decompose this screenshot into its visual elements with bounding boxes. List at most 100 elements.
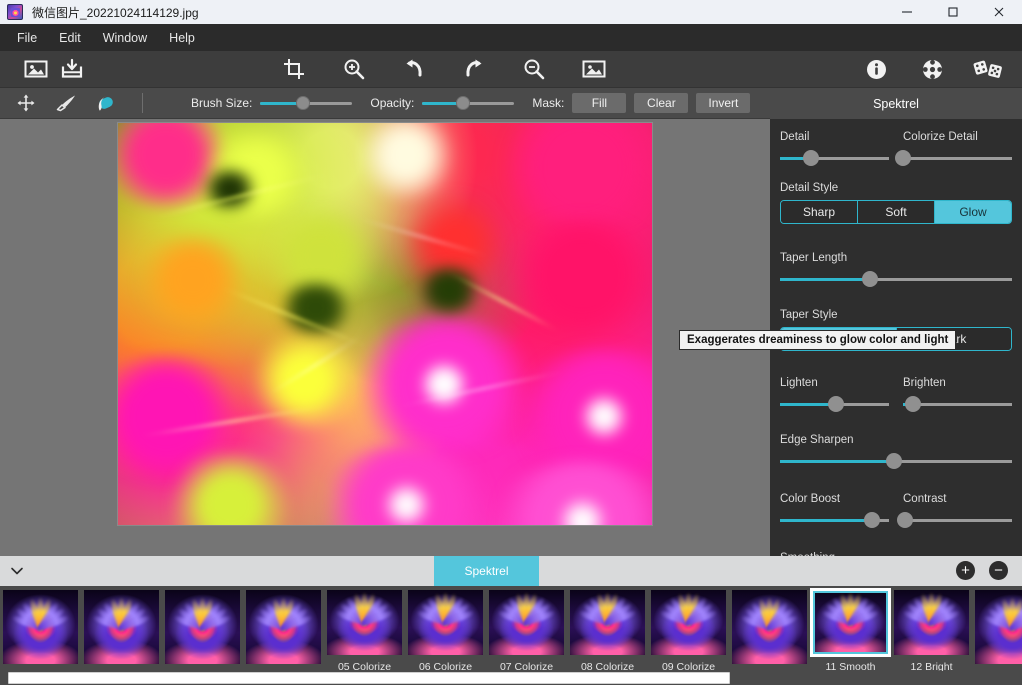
preset-thumbnail-image-wrap bbox=[244, 588, 323, 666]
crop-icon[interactable] bbox=[276, 54, 312, 84]
lighten-brighten-row: Lighten Brighten bbox=[780, 377, 1012, 428]
undo-icon[interactable] bbox=[396, 54, 432, 84]
app-window: 微信图片_20221024114129.jpg File Edit Window… bbox=[0, 0, 1022, 685]
info-icon[interactable] bbox=[858, 54, 894, 84]
lighten-knob[interactable] bbox=[828, 396, 844, 412]
tooltip: Exaggerates dreaminess to glow color and… bbox=[679, 330, 956, 350]
opacity-knob[interactable] bbox=[456, 96, 470, 110]
add-preset-icon[interactable]: + bbox=[956, 561, 975, 580]
opacity-slider[interactable] bbox=[422, 95, 514, 111]
preset-thumbnail-image-wrap bbox=[568, 588, 647, 657]
settings-icon[interactable] bbox=[914, 54, 950, 84]
preset-thumbnail-image bbox=[3, 590, 78, 664]
taper-length-label: Taper Length bbox=[780, 252, 1012, 264]
mask-clear-button[interactable]: Clear bbox=[634, 93, 688, 113]
color-boost-knob[interactable] bbox=[864, 512, 880, 528]
mask-fill-button[interactable]: Fill bbox=[572, 93, 626, 113]
detail-row: Detail Colorize Detail bbox=[780, 131, 1012, 182]
lighten-slider[interactable] bbox=[780, 396, 889, 412]
window-title: 微信图片_20221024114129.jpg bbox=[32, 4, 199, 21]
preset-thumbnail-image-wrap bbox=[730, 588, 809, 666]
lighten-control: Lighten bbox=[780, 377, 889, 428]
brush-tool-icon[interactable] bbox=[46, 90, 86, 116]
preset-thumbnail-image bbox=[975, 590, 1022, 664]
preset-thumbnail-image-wrap bbox=[973, 588, 1022, 666]
taper-length-slider[interactable] bbox=[780, 271, 1012, 287]
preset-thumbnail-image bbox=[894, 590, 969, 655]
brighten-slider[interactable] bbox=[903, 396, 1012, 412]
edge-sharpen-knob[interactable] bbox=[886, 453, 902, 469]
menu-edit[interactable]: Edit bbox=[48, 27, 92, 49]
detail-slider[interactable] bbox=[780, 150, 889, 166]
colorize-detail-knob[interactable] bbox=[895, 150, 911, 166]
minimize-button[interactable] bbox=[884, 0, 930, 24]
detail-style-glow[interactable]: Glow bbox=[935, 201, 1011, 223]
mask-invert-button[interactable]: Invert bbox=[696, 93, 750, 113]
maximize-button[interactable] bbox=[930, 0, 976, 24]
preset-thumbnail-image-wrap bbox=[1, 588, 80, 666]
save-image-icon[interactable] bbox=[54, 54, 90, 84]
brighten-control: Brighten bbox=[903, 377, 1012, 428]
mask-label: Mask: bbox=[532, 96, 564, 110]
edited-photo[interactable] bbox=[117, 122, 653, 526]
zoom-out-icon[interactable] bbox=[516, 54, 552, 84]
color-boost-control: Color Boost bbox=[780, 493, 889, 544]
eraser-tool-icon[interactable] bbox=[86, 90, 126, 116]
preset-thumbnail-image bbox=[813, 591, 888, 654]
canvas-area[interactable] bbox=[0, 119, 770, 556]
chevron-down-icon[interactable] bbox=[0, 565, 34, 577]
pan-tool-icon[interactable] bbox=[6, 90, 46, 116]
contrast-track bbox=[903, 519, 1012, 522]
opacity-label: Opacity: bbox=[370, 96, 414, 110]
close-button[interactable] bbox=[976, 0, 1022, 24]
edge-sharpen-fill bbox=[780, 460, 894, 463]
detail-style-sharp[interactable]: Sharp bbox=[781, 201, 858, 223]
contrast-label: Contrast bbox=[903, 493, 1012, 505]
preset-thumbnail-strip[interactable]: 01 Spektrel02 Spektrel03 Spektrel04 Spek… bbox=[0, 586, 1022, 685]
detail-knob[interactable] bbox=[803, 150, 819, 166]
brighten-knob[interactable] bbox=[905, 396, 921, 412]
brighten-label: Brighten bbox=[903, 377, 1012, 389]
edge-sharpen-slider[interactable] bbox=[780, 453, 1012, 469]
redo-icon[interactable] bbox=[456, 54, 492, 84]
thumbnail-scrollbar[interactable] bbox=[0, 671, 1022, 685]
body-area: Spektrel Detail Colorize Detail bbox=[0, 119, 1022, 556]
taper-length-knob[interactable] bbox=[862, 271, 878, 287]
preset-thumbnail-image bbox=[165, 590, 240, 664]
photo-strand-layer bbox=[118, 123, 652, 525]
preset-thumbnail-image bbox=[732, 590, 807, 664]
thumbnail-scrollbar-thumb[interactable] bbox=[8, 672, 730, 684]
detail-style-label: Detail Style bbox=[780, 182, 1012, 194]
dice-icon[interactable] bbox=[970, 54, 1006, 84]
colorize-detail-slider[interactable] bbox=[903, 150, 1012, 166]
contrast-knob[interactable] bbox=[897, 512, 913, 528]
effect-panel-title: Spektrel bbox=[770, 88, 1022, 119]
remove-preset-icon[interactable]: − bbox=[989, 561, 1008, 580]
preset-thumbnail-image bbox=[327, 590, 402, 655]
menu-file[interactable]: File bbox=[6, 27, 48, 49]
taper-length-control: Taper Length bbox=[780, 252, 1012, 287]
preset-thumbnail-image-wrap bbox=[163, 588, 242, 666]
window-controls bbox=[884, 0, 1022, 24]
zoom-in-icon[interactable] bbox=[336, 54, 372, 84]
preset-bar: Spektrel + − bbox=[0, 556, 1022, 586]
color-boost-label: Color Boost bbox=[780, 493, 889, 505]
preset-thumbnail-image-wrap bbox=[649, 588, 728, 657]
preset-tab-spektrel[interactable]: Spektrel bbox=[434, 556, 539, 586]
brush-size-knob[interactable] bbox=[296, 96, 310, 110]
menu-window[interactable]: Window bbox=[92, 27, 158, 49]
app-logo-icon bbox=[7, 4, 23, 20]
menu-help[interactable]: Help bbox=[158, 27, 206, 49]
colorize-detail-control: Colorize Detail bbox=[903, 131, 1012, 182]
color-boost-slider[interactable] bbox=[780, 512, 889, 528]
detail-style-soft[interactable]: Soft bbox=[858, 201, 935, 223]
preset-bar-actions: + − bbox=[956, 561, 1022, 580]
preset-thumbnail-image bbox=[489, 590, 564, 655]
fit-image-icon[interactable] bbox=[576, 54, 612, 84]
edge-sharpen-label: Edge Sharpen bbox=[780, 434, 1012, 446]
contrast-slider[interactable] bbox=[903, 512, 1012, 528]
brush-size-label: Brush Size: bbox=[191, 96, 252, 110]
detail-label: Detail bbox=[780, 131, 889, 143]
brush-size-slider[interactable] bbox=[260, 95, 352, 111]
open-image-icon[interactable] bbox=[18, 54, 54, 84]
